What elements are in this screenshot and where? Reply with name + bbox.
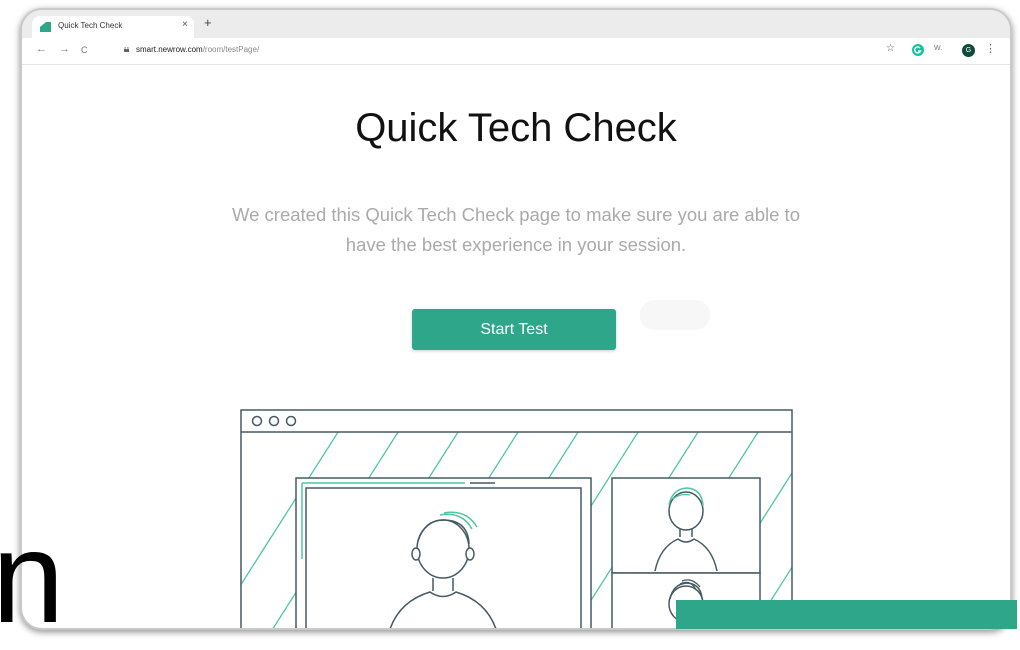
browser-toolbar: ← → C smart.newrow.com/room/testPage/ ☆ … [22,38,1010,65]
bookmark-star-icon[interactable]: ☆ [886,43,895,54]
tab-strip: Quick Tech Check × + [22,10,1010,38]
faint-decoration [640,300,710,330]
close-tab-icon[interactable]: × [182,19,188,30]
extension-label[interactable]: W. [934,45,942,52]
back-icon[interactable]: ← [36,43,47,55]
url-domain: smart.newrow.com [136,45,203,54]
forward-icon[interactable]: → [59,43,70,55]
profile-avatar[interactable]: G [962,44,975,57]
url-path: /room/testPage/ [202,45,260,54]
video-call-illustration [240,409,793,628]
page-description: We created this Quick Tech Check page to… [232,204,800,255]
browser-menu-icon[interactable]: ⋮ [985,42,996,55]
partial-letter-overlay: n [0,504,65,650]
accent-overlay-bar [676,600,1017,629]
main-video-panel [295,477,592,628]
start-test-button[interactable]: Start Test [412,309,616,350]
tab-title: Quick Tech Check [58,21,123,30]
side-video-panel-top [611,477,761,574]
page-title: Quick Tech Check [355,106,677,150]
window-dot-icon [251,415,263,427]
newrow-favicon-icon [40,22,51,32]
lock-icon [124,47,129,52]
new-tab-button[interactable]: + [204,15,212,30]
grammarly-extension-icon[interactable] [912,44,924,56]
reload-icon[interactable]: C [81,45,88,55]
window-dot-icon [285,415,297,427]
address-bar[interactable]: smart.newrow.com/room/testPage/ [136,45,259,54]
window-dot-icon [268,415,280,427]
browser-window: Quick Tech Check × + ← → C smart.newrow.… [20,8,1012,630]
browser-tab[interactable]: Quick Tech Check × [32,16,194,38]
page-content: Quick Tech Check We created this Quick T… [22,64,1010,628]
